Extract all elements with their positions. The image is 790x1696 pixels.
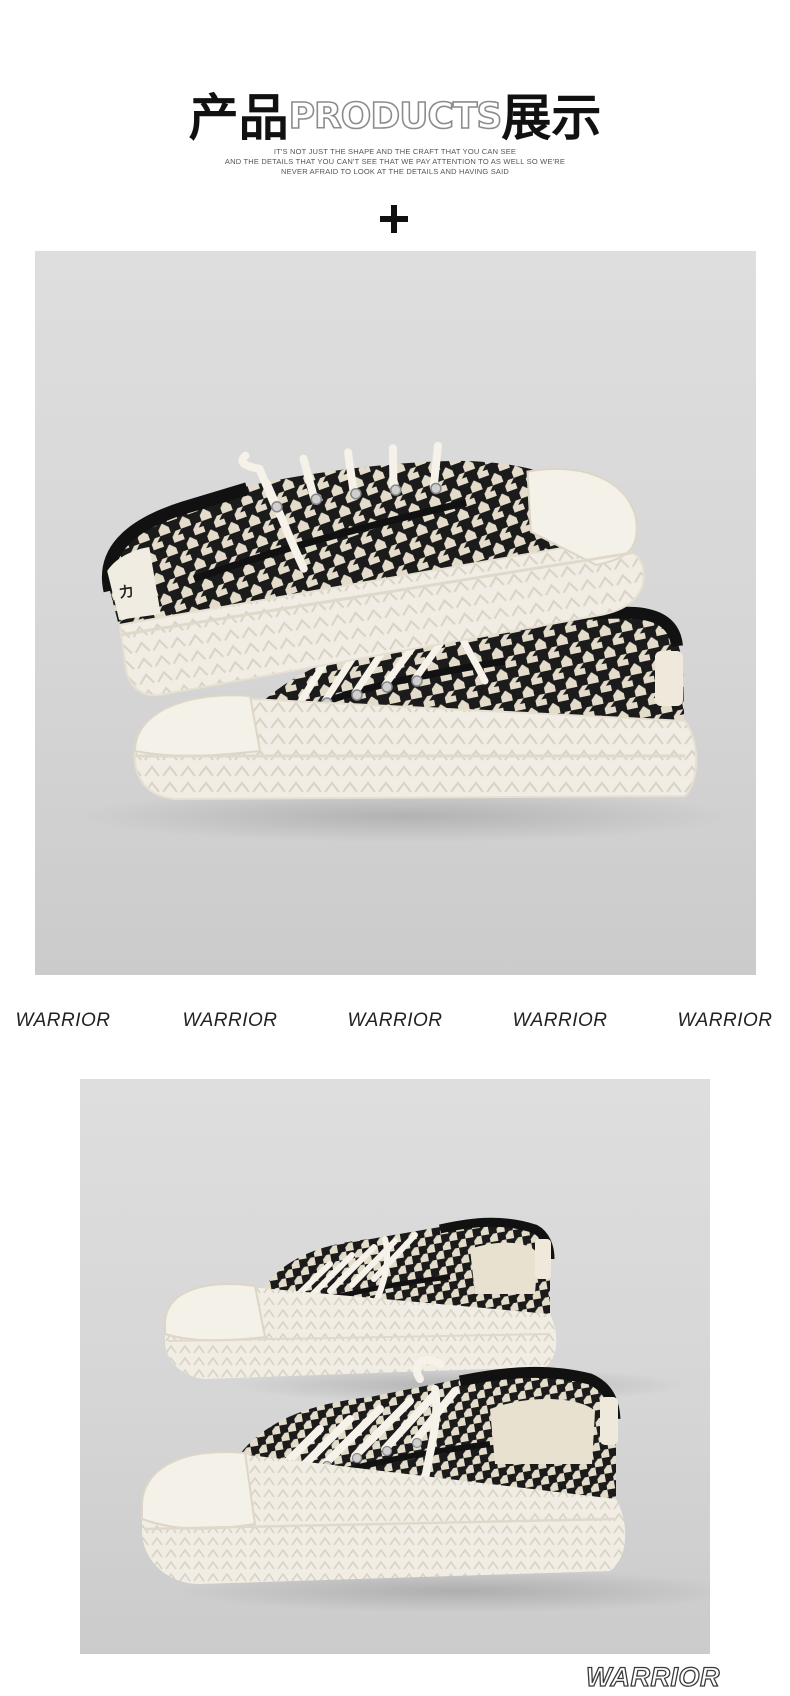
product-photo-stacked-sneakers: 力 <box>35 251 756 975</box>
sneaker-pair-illustration: 力 <box>75 441 735 842</box>
sneaker-pair-illustration <box>140 1217 710 1613</box>
subtitle-line: IT'S NOT JUST THE SHAPE AND THE CRAFT TH… <box>273 147 517 156</box>
warrior-label: WARRIOR <box>15 1010 111 1031</box>
page-title: 产品PRODUCTS展示 <box>0 78 790 150</box>
sneaker-back <box>164 1217 557 1379</box>
title-cn-left: 产品 <box>188 89 289 147</box>
warrior-band: WARRIOR WARRIOR WARRIOR WARRIOR WARRIOR <box>0 1010 790 1036</box>
warrior-watermark: WARRIOR <box>585 1661 720 1692</box>
subtitle-block: IT'S NOT JUST THE SHAPE AND THE CRAFT TH… <box>0 147 790 177</box>
subtitle-line: AND THE DETAILS THAT YOU CAN'T SEE THAT … <box>224 157 566 166</box>
subtitle-line: NEVER AFRAID TO LOOK AT THE DETAILS AND … <box>280 167 510 176</box>
warrior-label: WARRIOR <box>677 1010 773 1031</box>
warrior-label: WARRIOR <box>182 1010 278 1031</box>
product-photo-sneaker-pair <box>80 1079 710 1654</box>
title-cn-right: 展示 <box>501 89 602 147</box>
warrior-label: WARRIOR <box>512 1010 608 1031</box>
svg-text:力: 力 <box>118 583 134 601</box>
title-en-outline: PRODUCTS <box>288 95 503 138</box>
plus-icon <box>380 205 408 233</box>
warrior-label: WARRIOR <box>347 1010 443 1031</box>
